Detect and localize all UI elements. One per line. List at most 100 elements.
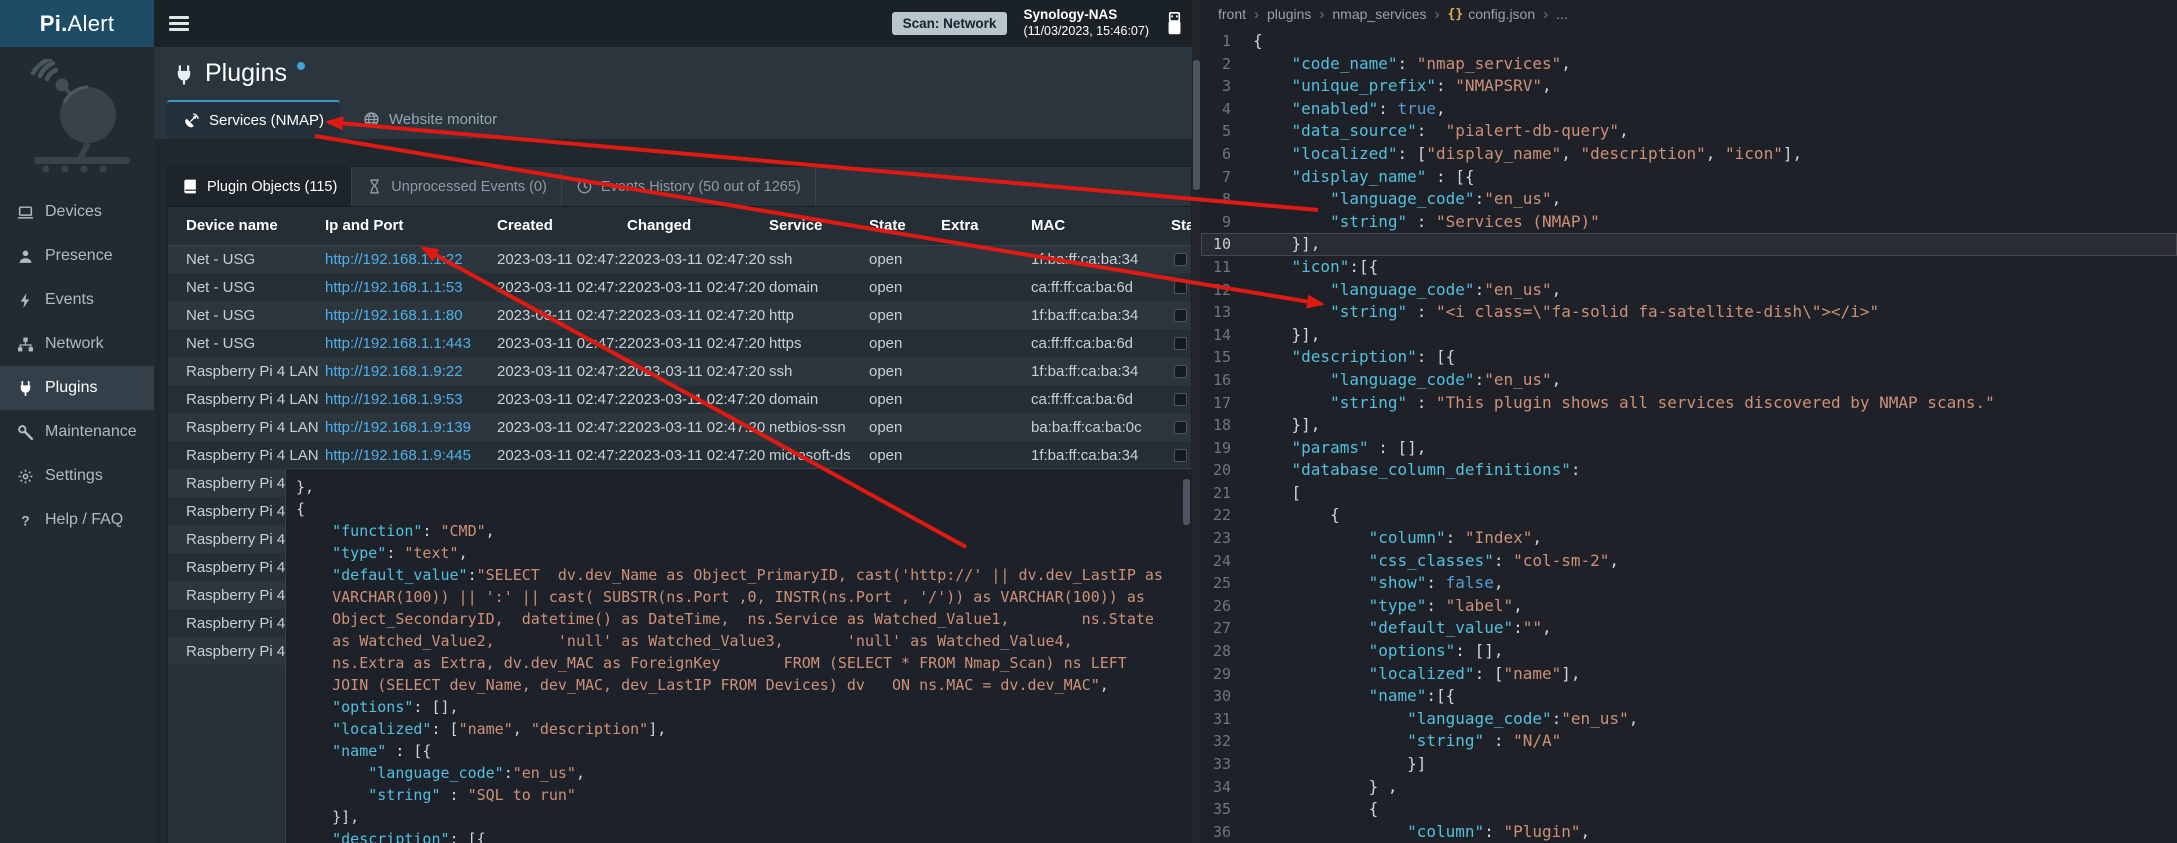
ip-port-link[interactable]: http://192.168.1.9:139 [325, 419, 471, 436]
logo-text: Alert [68, 11, 115, 36]
history-icon [576, 178, 593, 195]
editor-line: 32 "string" : "N/A" [1201, 730, 2177, 753]
line-number: 14 [1201, 324, 1253, 347]
ip-port-link[interactable]: http://192.168.1.1:80 [325, 307, 463, 324]
popup-scrollbar-handle[interactable] [1183, 479, 1190, 525]
editor-line: 16 "language_code":"en_us", [1201, 369, 2177, 392]
line-number: 18 [1201, 414, 1253, 437]
ip-port-link[interactable]: http://192.168.1.9:445 [325, 447, 471, 464]
ip-port-link[interactable]: http://192.168.1.1:443 [325, 335, 471, 352]
network-icon [17, 336, 34, 353]
row-status-checkbox[interactable] [1174, 393, 1187, 406]
row-status-checkbox[interactable] [1174, 309, 1187, 322]
navbar-right-group: Scan: Network Synology-NAS (11/03/2023, … [892, 0, 1184, 47]
chevron-right-icon: › [1254, 6, 1259, 23]
app-logo[interactable]: Pi.Alert [0, 0, 154, 47]
editor-line: 8 "language_code":"en_us", [1201, 188, 2177, 211]
row-status-checkbox[interactable] [1174, 449, 1187, 462]
sidebar-item-label: Settings [45, 467, 103, 485]
row-status-checkbox[interactable] [1174, 421, 1187, 434]
subtab-events-history-50-out-of-1265[interactable]: Events History (50 out of 1265) [562, 167, 816, 206]
column-header-state: State [869, 207, 941, 245]
line-content: "code_name": "nmap_services", [1253, 53, 1571, 76]
sidebar-item-network[interactable]: Network [0, 322, 154, 366]
subtab-unprocessed-events-0[interactable]: Unprocessed Events (0) [352, 167, 562, 206]
breadcrumb-item-plugins[interactable]: plugins [1267, 6, 1311, 22]
row-status-checkbox[interactable] [1174, 253, 1187, 266]
breadcrumb-label: nmap_services [1332, 6, 1426, 22]
page-scrollbar-handle[interactable] [1193, 60, 1200, 190]
ip-port-link[interactable]: http://192.168.1.9:22 [325, 363, 463, 380]
breadcrumb-item-config-json[interactable]: {}config.json [1448, 6, 1536, 22]
breadcrumb-item-nmap-services[interactable]: nmap_services [1332, 6, 1426, 22]
sidebar-item-events[interactable]: Events [0, 278, 154, 322]
cell-mac: ca:ff:ff:ca:ba:6d [1031, 329, 1171, 357]
logo-text-bold: Pi. [40, 11, 68, 36]
breadcrumb-item-front[interactable]: front [1218, 6, 1246, 22]
cell-service: ssh [769, 245, 869, 273]
line-content: "description": [{ [1253, 346, 1455, 369]
sidebar-item-plugins[interactable]: Plugins [0, 366, 154, 410]
editor-line: 19 "params" : [], [1201, 437, 2177, 460]
table-row: Raspberry Pi 4 LANhttp://192.168.1.9:532… [168, 385, 1192, 413]
ip-port-link[interactable]: http://192.168.1.1:22 [325, 251, 463, 268]
tab-label: Website monitor [389, 111, 497, 128]
tab-website-monitor[interactable]: Website monitor [347, 100, 513, 139]
editor-line: 3 "unique_prefix": "NMAPSRV", [1201, 75, 2177, 98]
cell-extra [941, 357, 1031, 385]
editor-line: 24 "css_classes": "col-sm-2", [1201, 550, 2177, 573]
editor-line: 27 "default_value":"", [1201, 617, 2177, 640]
sidebar-toggle-button[interactable] [169, 16, 189, 31]
sidebar-item-devices[interactable]: Devices [0, 190, 154, 234]
top-navbar: Scan: Network Synology-NAS (11/03/2023, … [154, 0, 1192, 47]
editor-code-area[interactable]: 1{2 "code_name": "nmap_services",3 "uniq… [1201, 30, 2177, 843]
editor-line: 13 "string" : "<i class=\"fa-solid fa-sa… [1201, 301, 2177, 324]
usb-device-icon[interactable] [1165, 11, 1184, 36]
line-content: "string" : "Services (NMAP)" [1253, 211, 1600, 234]
cell-ip-port: http://192.168.1.9:445 [325, 441, 497, 469]
scan-status-badge: Scan: Network [892, 12, 1008, 35]
code-line: "string" : "SQL to run" [296, 784, 1192, 806]
pialert-logo-illustration [8, 59, 142, 178]
line-content: "enabled": true, [1253, 98, 1446, 121]
cell-created: 2023-03-11 02:47:20 [497, 329, 627, 357]
line-number: 5 [1201, 120, 1253, 143]
cell-extra [941, 329, 1031, 357]
content-header: Plugins Services (NMAP)Website monitor [154, 47, 1192, 139]
editor-line: 12 "language_code":"en_us", [1201, 279, 2177, 302]
row-status-checkbox[interactable] [1174, 337, 1187, 350]
cell-created: 2023-03-11 02:47:20 [497, 273, 627, 301]
row-status-checkbox[interactable] [1174, 365, 1187, 378]
ip-port-link[interactable]: http://192.168.1.9:53 [325, 391, 463, 408]
plugins-help-dot[interactable] [297, 62, 305, 70]
cell-status [1171, 301, 1192, 329]
code-line: "function": "CMD", [296, 520, 1192, 542]
line-content: "localized": ["name"], [1253, 663, 1581, 686]
breadcrumb-item-[interactable]: ... [1556, 6, 1568, 22]
column-header-service: Service [769, 207, 869, 245]
nas-timestamp: (11/03/2023, 15:46:07) [1023, 24, 1149, 40]
code-line: VARCHAR(100)) || ':' || cast( SUBSTR(ns.… [296, 586, 1192, 608]
cell-extra [941, 385, 1031, 413]
sidebar-item-label: Maintenance [45, 423, 137, 441]
line-number: 15 [1201, 346, 1253, 369]
sidebar-item-maintenance[interactable]: Maintenance [0, 410, 154, 454]
editor-line: 25 "show": false, [1201, 572, 2177, 595]
ip-port-link[interactable]: http://192.168.1.1:53 [325, 279, 463, 296]
subtab-plugin-objects-115[interactable]: Plugin Objects (115) [168, 167, 352, 206]
line-content: { [1253, 798, 1378, 821]
editor-line: 15 "description": [{ [1201, 346, 2177, 369]
line-number: 31 [1201, 708, 1253, 731]
tab-services-nmap[interactable]: Services (NMAP) [167, 100, 340, 139]
sidebar-item-help-faq[interactable]: ?Help / FAQ [0, 498, 154, 542]
cell-service: domain [769, 273, 869, 301]
cell-mac: 1f:ba:ff:ca:ba:34 [1031, 301, 1171, 329]
sidebar-item-presence[interactable]: Presence [0, 234, 154, 278]
row-status-checkbox[interactable] [1174, 281, 1187, 294]
cell-changed: 2023-03-11 02:47:20 [627, 385, 769, 413]
column-header-ip-and-port: Ip and Port [325, 207, 497, 245]
line-number: 25 [1201, 572, 1253, 595]
question-icon: ? [17, 512, 34, 529]
code-editor: front›plugins›nmap_services›{}config.jso… [1201, 0, 2177, 843]
sidebar-item-settings[interactable]: Settings [0, 454, 154, 498]
